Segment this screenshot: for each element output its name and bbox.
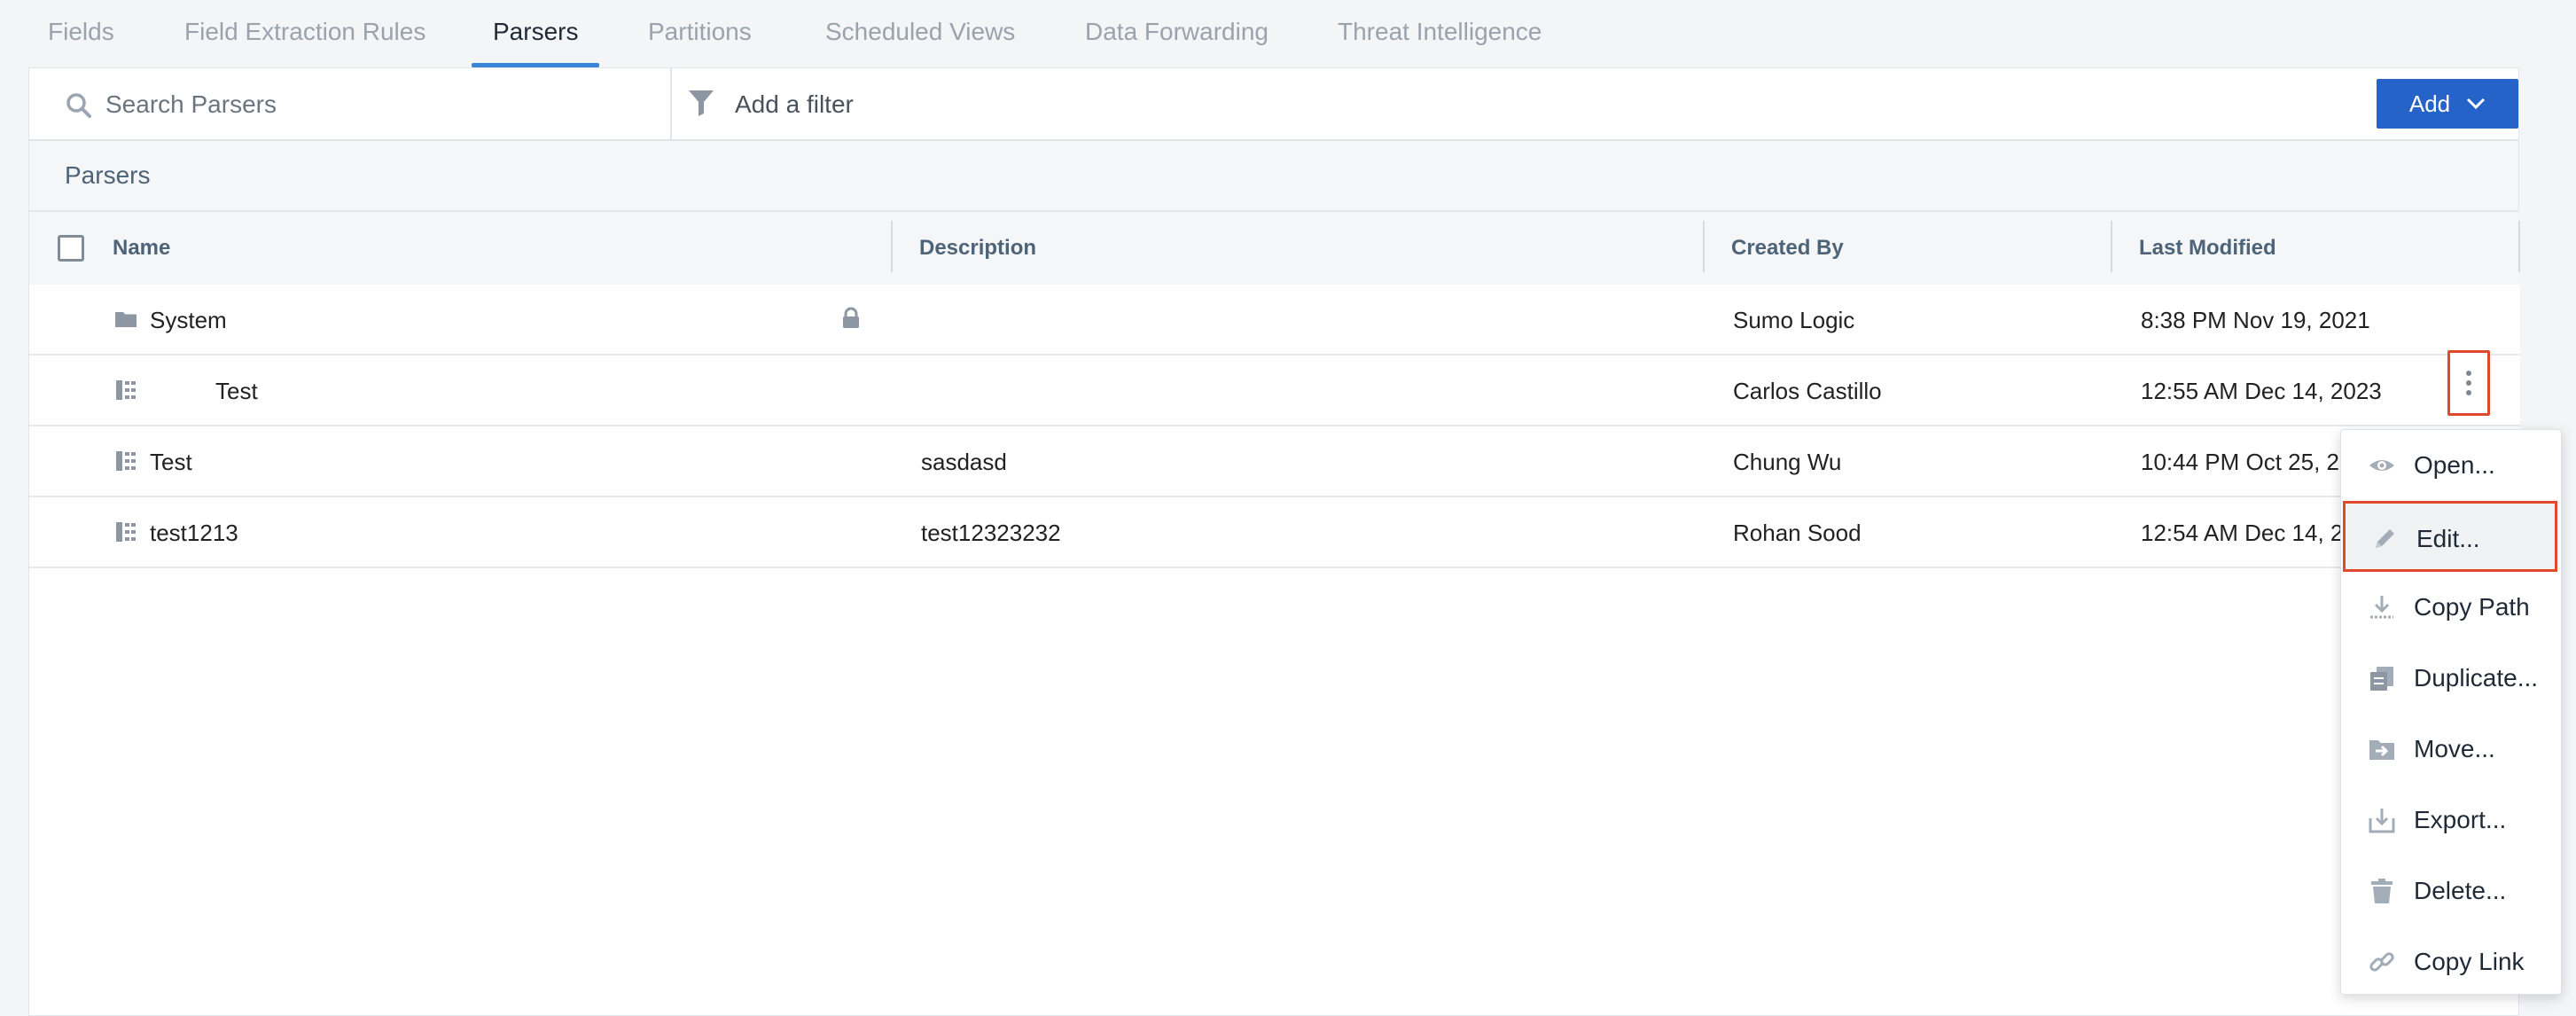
column-divider[interactable] bbox=[891, 221, 893, 272]
eye-icon bbox=[2369, 460, 2394, 471]
parser-icon bbox=[116, 451, 136, 471]
add-button[interactable]: Add bbox=[2377, 79, 2518, 129]
trash-icon bbox=[2371, 879, 2393, 903]
add-filter-button[interactable]: Add a filter bbox=[735, 68, 854, 141]
section-title: Parsers bbox=[29, 141, 2518, 212]
row-name: System bbox=[150, 307, 227, 333]
filter-icon[interactable] bbox=[687, 88, 715, 118]
duplicate-icon bbox=[2370, 667, 2393, 691]
row-name: Test bbox=[215, 378, 258, 404]
row-created-by: Sumo Logic bbox=[1733, 307, 1855, 333]
row-name: Test bbox=[150, 449, 192, 475]
menu-item-copy-path[interactable]: Copy Path bbox=[2341, 572, 2563, 643]
column-header-description[interactable]: Description bbox=[919, 212, 1036, 285]
row-name: test1213 bbox=[150, 520, 238, 546]
kebab-dot bbox=[2466, 390, 2471, 395]
row-created-by: Rohan Sood bbox=[1733, 520, 1862, 546]
kebab-dot bbox=[2466, 380, 2471, 386]
search-box bbox=[29, 68, 672, 141]
menu-item-export[interactable]: Export... bbox=[2341, 785, 2563, 856]
select-all-checkbox[interactable] bbox=[58, 235, 84, 262]
menu-item-open[interactable]: Open... bbox=[2341, 430, 2563, 501]
menu-item-delete[interactable]: Delete... bbox=[2341, 856, 2563, 926]
column-header-created-by[interactable]: Created By bbox=[1731, 212, 1844, 285]
tab-scheduled-views[interactable]: Scheduled Views bbox=[825, 0, 1015, 67]
menu-item-label: Delete... bbox=[2414, 877, 2507, 904]
tab-partitions[interactable]: Partitions bbox=[648, 0, 752, 67]
row-description: test12323232 bbox=[921, 520, 1061, 546]
column-divider[interactable] bbox=[1703, 221, 1705, 272]
tab-fields[interactable]: Fields bbox=[48, 0, 114, 67]
menu-item-label: Copy Path bbox=[2414, 593, 2530, 621]
move-folder-icon bbox=[2369, 740, 2394, 760]
menu-item-copy-link[interactable]: Copy Link bbox=[2341, 926, 2563, 997]
tab-field-extraction-rules[interactable]: Field Extraction Rules bbox=[184, 0, 425, 67]
column-divider[interactable] bbox=[2111, 221, 2112, 272]
table-row[interactable]: test1213 test12323232 Rohan Sood 12:54 A… bbox=[29, 497, 2520, 568]
menu-item-label: Copy Link bbox=[2414, 948, 2525, 975]
menu-item-label: Move... bbox=[2414, 735, 2495, 762]
row-actions-button[interactable] bbox=[2447, 350, 2490, 416]
parser-icon bbox=[116, 380, 136, 400]
pencil-icon bbox=[2376, 529, 2394, 548]
kebab-dot bbox=[2466, 371, 2471, 376]
row-last-modified: 12:55 AM Dec 14, 2023 bbox=[2141, 378, 2382, 404]
menu-item-duplicate[interactable]: Duplicate... bbox=[2341, 643, 2563, 714]
menu-item-edit[interactable]: Edit... bbox=[2343, 501, 2557, 572]
menu-item-move[interactable]: Move... bbox=[2341, 714, 2563, 785]
table-header: Name Description Created By Last Modifie… bbox=[29, 212, 2520, 285]
chevron-down-icon bbox=[2467, 98, 2486, 110]
export-icon bbox=[2369, 809, 2395, 833]
tab-data-forwarding[interactable]: Data Forwarding bbox=[1085, 0, 1268, 67]
row-last-modified: 8:38 PM Nov 19, 2021 bbox=[2141, 307, 2370, 333]
column-header-last-modified[interactable]: Last Modified bbox=[2139, 212, 2276, 285]
search-input[interactable] bbox=[105, 82, 637, 127]
tab-threat-intelligence[interactable]: Threat Intelligence bbox=[1338, 0, 1542, 67]
tab-parsers[interactable]: Parsers bbox=[471, 0, 601, 67]
column-divider bbox=[2518, 221, 2520, 272]
copy-path-icon bbox=[2370, 596, 2393, 619]
row-actions-menu: Open... Edit... Copy Path Duplicate... M… bbox=[2340, 429, 2562, 995]
search-icon bbox=[66, 93, 91, 118]
parsers-panel: Add a filter Add Parsers Name Descriptio… bbox=[28, 67, 2520, 1016]
menu-item-label: Open... bbox=[2414, 451, 2495, 479]
row-description: sasdasd bbox=[921, 449, 1007, 475]
link-icon bbox=[2369, 952, 2394, 972]
folder-icon bbox=[115, 312, 137, 327]
tab-bar: Fields Field Extraction Rules Parsers Pa… bbox=[0, 0, 2576, 67]
toolbar: Add a filter Add bbox=[29, 68, 2518, 141]
table-row[interactable]: System Sumo Logic 8:38 PM Nov 19, 2021 bbox=[29, 285, 2520, 356]
menu-item-label: Export... bbox=[2414, 806, 2507, 833]
parser-icon bbox=[116, 522, 136, 542]
table-row[interactable]: Test sasdasd Chung Wu 10:44 PM Oct 25, 2… bbox=[29, 426, 2520, 497]
menu-item-label: Duplicate... bbox=[2414, 664, 2539, 692]
add-button-label: Add bbox=[2408, 90, 2451, 117]
row-created-by: Chung Wu bbox=[1733, 449, 1842, 475]
table-row[interactable]: Test Carlos Castillo 12:55 AM Dec 14, 20… bbox=[29, 350, 2520, 426]
row-created-by: Carlos Castillo bbox=[1733, 378, 1882, 404]
lock-icon bbox=[843, 307, 859, 328]
column-header-name[interactable]: Name bbox=[113, 212, 170, 285]
menu-item-label: Edit... bbox=[2416, 525, 2480, 552]
